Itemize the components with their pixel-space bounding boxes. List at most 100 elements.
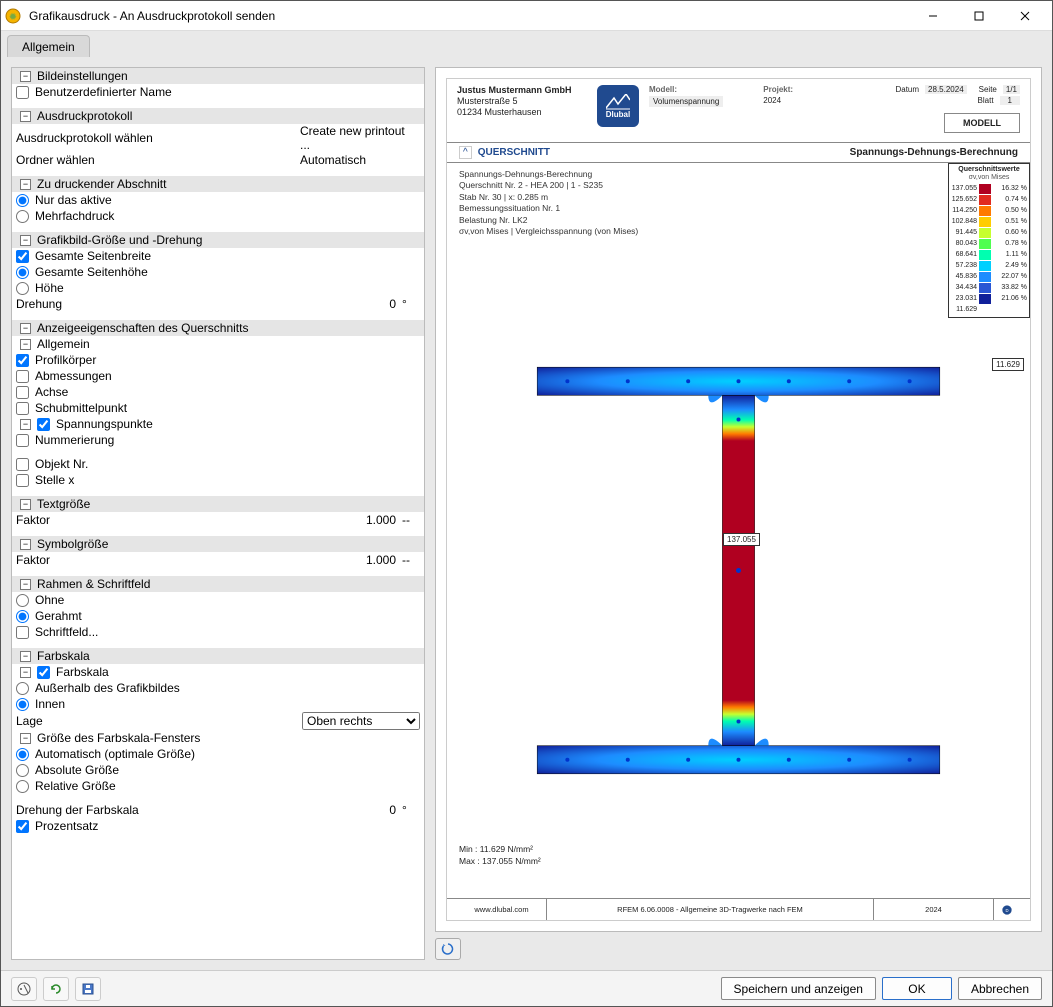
collapse-marker-icon: ^: [459, 146, 472, 159]
label-rel-size: Relative Größe: [35, 779, 420, 793]
toggle-icon[interactable]: −: [20, 579, 31, 590]
label-axis: Achse: [35, 385, 420, 399]
unit-text-factor: --: [400, 513, 420, 527]
toggle-icon[interactable]: −: [20, 235, 31, 246]
titlebar: ✹ Grafikausdruck - An Ausdruckprotokoll …: [1, 1, 1052, 31]
toggle-icon[interactable]: −: [20, 667, 31, 678]
checkbox-axis[interactable]: [16, 386, 29, 399]
radio-abs-size[interactable]: [16, 764, 29, 777]
toggle-icon[interactable]: −: [20, 419, 31, 430]
checkbox-custom-name[interactable]: [16, 86, 29, 99]
toggle-icon[interactable]: −: [20, 323, 31, 334]
select-position[interactable]: Oben rechts: [302, 712, 420, 730]
label-outside: Außerhalb des Grafikbildes: [35, 681, 420, 695]
tab-general[interactable]: Allgemein: [7, 35, 90, 57]
help-button[interactable]: [11, 977, 37, 1001]
radio-full-height[interactable]: [16, 266, 29, 279]
toggle-icon[interactable]: −: [20, 179, 31, 190]
checkbox-full-width[interactable]: [16, 250, 29, 263]
checkbox-numbering[interactable]: [16, 434, 29, 447]
value-proto-folder[interactable]: Automatisch: [300, 153, 420, 167]
checkbox-profile-body[interactable]: [16, 354, 29, 367]
toggle-icon[interactable]: −: [20, 71, 31, 82]
label-proto-folder: Ordner wählen: [16, 153, 300, 167]
footer-year: 2024: [874, 899, 994, 920]
label-full-height: Gesamte Seitenhöhe: [35, 265, 420, 279]
page-header: Justus Mustermann GmbH Musterstraße 5 01…: [447, 79, 1030, 143]
value-symbol-factor[interactable]: 1.000: [290, 553, 400, 567]
checkbox-location-x[interactable]: [16, 474, 29, 487]
preview-wrapper: Justus Mustermann GmbH Musterstraße 5 01…: [435, 67, 1042, 932]
label-multiprint: Mehrfachdruck: [35, 209, 420, 223]
toggle-icon[interactable]: −: [20, 651, 31, 662]
value-legend-rotation[interactable]: 0: [290, 803, 400, 817]
section-graphic-size: Grafikbild-Größe und -Drehung: [37, 233, 420, 247]
label-stress-points: Spannungspunkte: [56, 417, 420, 431]
page-meta-right: Datum28.5.2024Seite1/1 Blatt1 MODELL: [890, 85, 1020, 133]
section-bildeinstellungen: Bildeinstellungen: [37, 69, 420, 83]
checkbox-object-no[interactable]: [16, 458, 29, 471]
radio-outside[interactable]: [16, 682, 29, 695]
radio-framed[interactable]: [16, 610, 29, 623]
label-profile-body: Profilkörper: [35, 353, 420, 367]
callout-min: 11.629: [992, 358, 1024, 371]
page-info: Modell:Volumenspannung Projekt:2024: [649, 85, 880, 107]
radio-multiprint[interactable]: [16, 210, 29, 223]
app-icon: ✹: [5, 8, 21, 24]
value-rotation[interactable]: 0: [290, 297, 400, 311]
label-position: Lage: [16, 714, 302, 728]
minimize-button[interactable]: [910, 1, 956, 31]
ok-button[interactable]: OK: [882, 977, 952, 1000]
svg-text:✹: ✹: [9, 12, 17, 23]
value-text-factor[interactable]: 1.000: [290, 513, 400, 527]
page-footer: www.dlubal.com RFEM 6.06.0008 - Allgemei…: [447, 898, 1030, 920]
cancel-button[interactable]: Abbrechen: [958, 977, 1042, 1000]
label-object-no: Objekt Nr.: [35, 457, 420, 471]
save-settings-button[interactable]: [75, 977, 101, 1001]
radio-rel-size[interactable]: [16, 780, 29, 793]
section-color-scale: Farbskala: [37, 649, 420, 663]
callout-max: 137.055: [723, 533, 760, 546]
window-title: Grafikausdruck - An Ausdruckprotokoll se…: [29, 9, 910, 23]
checkbox-shear-center[interactable]: [16, 402, 29, 415]
toggle-icon[interactable]: −: [20, 111, 31, 122]
label-legend-rotation: Drehung der Farbskala: [16, 803, 290, 817]
preview-page: Justus Mustermann GmbH Musterstraße 5 01…: [446, 78, 1031, 921]
toggle-icon[interactable]: −: [20, 339, 31, 350]
checkbox-percentage[interactable]: [16, 820, 29, 833]
radio-auto-size[interactable]: [16, 748, 29, 761]
model-box: MODELL: [944, 113, 1020, 133]
footer-url: www.dlubal.com: [457, 899, 547, 920]
color-legend: Querschnittswerte σv,von Mises 137.05516…: [948, 163, 1030, 318]
label-inside: Innen: [35, 697, 420, 711]
label-only-active: Nur das aktive: [35, 193, 420, 207]
refresh-button[interactable]: [435, 938, 461, 960]
radio-inside[interactable]: [16, 698, 29, 711]
unit-legend-rotation: °: [400, 803, 420, 817]
dialog-window: ✹ Grafikausdruck - An Ausdruckprotokoll …: [0, 0, 1053, 1007]
label-dimensions: Abmessungen: [35, 369, 420, 383]
value-proto-choose[interactable]: Create new printout ...: [300, 124, 420, 152]
radio-height[interactable]: [16, 282, 29, 295]
toggle-icon[interactable]: −: [20, 539, 31, 550]
checkbox-color-scale[interactable]: [37, 666, 50, 679]
cross-section-graphic: [507, 323, 970, 818]
label-no-frame: Ohne: [35, 593, 420, 607]
checkbox-dimensions[interactable]: [16, 370, 29, 383]
checkbox-stress-points[interactable]: [37, 418, 50, 431]
tab-bar: Allgemein: [1, 31, 1052, 57]
toggle-icon[interactable]: −: [20, 499, 31, 510]
footer-program: RFEM 6.06.0008 - Allgemeine 3D-Tragwerke…: [547, 899, 874, 920]
company-address: Justus Mustermann GmbH Musterstraße 5 01…: [457, 85, 587, 117]
maximize-button[interactable]: [956, 1, 1002, 31]
footer-logo-icon: D: [994, 899, 1020, 920]
reset-button[interactable]: [43, 977, 69, 1001]
radio-no-frame[interactable]: [16, 594, 29, 607]
content-area: −Bildeinstellungen Benutzerdefinierter N…: [1, 57, 1052, 970]
radio-only-active[interactable]: [16, 194, 29, 207]
save-and-show-button[interactable]: Speichern und anzeigen: [721, 977, 876, 1000]
page-subheader: ^QUERSCHNITT Spannungs-Dehnungs-Berechnu…: [447, 143, 1030, 163]
toggle-icon[interactable]: −: [20, 733, 31, 744]
checkbox-titleblock[interactable]: [16, 626, 29, 639]
close-button[interactable]: [1002, 1, 1048, 31]
